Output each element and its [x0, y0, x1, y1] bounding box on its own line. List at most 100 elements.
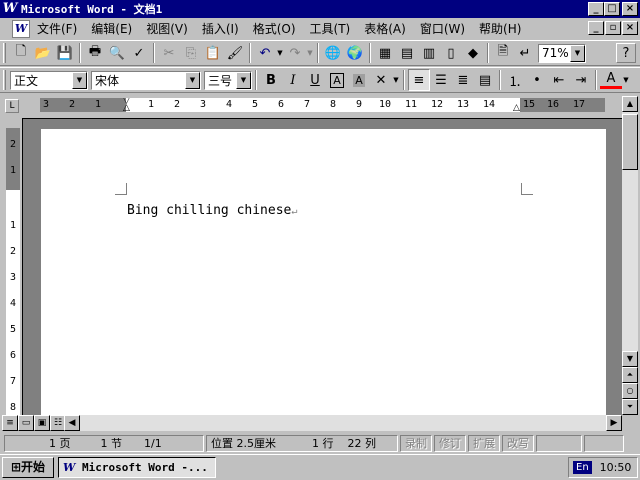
page-layout-view-icon[interactable]: ▣ — [34, 415, 50, 431]
chevron-down-icon[interactable]: ▼ — [72, 71, 87, 89]
align-right-icon[interactable]: ≣ — [452, 69, 474, 91]
scroll-right-icon[interactable]: ▶ — [606, 415, 622, 431]
scroll-left-icon[interactable]: ◀ — [64, 415, 80, 431]
scroll-down-icon[interactable]: ▼ — [622, 351, 638, 367]
open-folder-icon[interactable]: 📂 — [32, 42, 54, 64]
doc-restore-button[interactable]: ▫ — [605, 21, 621, 35]
close-button[interactable]: × — [622, 2, 638, 16]
word-app-icon[interactable]: W — [2, 1, 18, 17]
help-button[interactable]: ? — [616, 43, 636, 63]
select-browse-object-icon[interactable]: ○ — [622, 383, 638, 399]
font-color-dropdown-icon[interactable]: ▼ — [622, 76, 630, 84]
previous-page-icon[interactable]: ⏶ — [622, 367, 638, 383]
start-button[interactable]: ⊞开始 — [2, 457, 54, 478]
web-toolbar-icon[interactable]: 🌍 — [344, 42, 366, 64]
format-painter-icon[interactable]: 🖌 — [224, 42, 246, 64]
menu-view[interactable]: 视图(V) — [139, 20, 195, 38]
start-label: 开始 — [21, 460, 46, 474]
insert-excel-icon[interactable]: ▥ — [418, 42, 440, 64]
first-line-indent-marker[interactable]: ▽ △ — [122, 98, 131, 112]
style-select[interactable]: 正文 ▼ — [10, 70, 88, 90]
chevron-down-icon[interactable]: ▼ — [185, 71, 200, 89]
distributed-align-icon[interactable]: ▤ — [474, 69, 496, 91]
font-size-select[interactable]: 三号 ▼ — [204, 70, 252, 90]
show-hide-marks-icon[interactable]: ↵ — [514, 42, 536, 64]
new-document-icon[interactable]: 🗋 — [10, 42, 32, 64]
drawing-icon[interactable]: ◆ — [462, 42, 484, 64]
character-border-icon[interactable]: A — [326, 69, 348, 91]
align-justify-icon[interactable]: ≡ — [408, 69, 430, 91]
status-ext[interactable]: 扩展 — [468, 434, 500, 452]
save-icon[interactable]: 💾 — [54, 42, 76, 64]
undo-icon[interactable]: ↶ — [254, 42, 276, 64]
increase-indent-icon[interactable]: ⇥ — [570, 69, 592, 91]
language-indicator[interactable]: En — [573, 461, 592, 474]
vruler-number: 2 — [9, 246, 17, 257]
horizontal-scrollbar-track[interactable] — [80, 415, 610, 431]
paste-icon[interactable]: 📋 — [202, 42, 224, 64]
normal-view-icon[interactable]: ≡ — [2, 415, 18, 431]
menu-table[interactable]: 表格(A) — [357, 20, 413, 38]
character-shading-icon[interactable]: A — [348, 69, 370, 91]
maximize-button[interactable]: □ — [604, 2, 620, 16]
cut-icon[interactable]: ✂ — [158, 42, 180, 64]
document-text[interactable]: Bing chilling chinese↵ — [127, 203, 297, 218]
character-scaling-icon[interactable]: ✕ — [370, 69, 392, 91]
web-layout-view-icon[interactable]: ▭ — [18, 415, 34, 431]
spelling-check-icon[interactable]: ✓ — [128, 42, 150, 64]
vruler-number: 7 — [9, 376, 17, 387]
insert-hyperlink-icon[interactable]: 🌐 — [322, 42, 344, 64]
right-indent-marker[interactable]: △ — [512, 98, 521, 113]
menu-tools[interactable]: 工具(T) — [303, 20, 358, 38]
status-rec[interactable]: 录制 — [400, 434, 432, 452]
chevron-down-icon[interactable]: ▼ — [236, 71, 251, 89]
status-trk[interactable]: 修订 — [434, 434, 466, 452]
clock[interactable]: 10:50 — [600, 461, 632, 474]
bold-button[interactable]: B — [260, 69, 282, 91]
underline-button[interactable]: U — [304, 69, 326, 91]
bullets-icon[interactable]: • — [526, 69, 548, 91]
toolbar-grip[interactable] — [3, 43, 6, 63]
doc-minimize-button[interactable]: _ — [588, 21, 604, 35]
next-page-icon[interactable]: ⏷ — [622, 399, 638, 415]
undo-dropdown-icon[interactable]: ▼ — [276, 49, 284, 57]
scroll-up-icon[interactable]: ▲ — [622, 96, 638, 112]
tab-selector[interactable]: L — [5, 99, 19, 113]
scaling-dropdown-icon[interactable]: ▼ — [392, 76, 400, 84]
menu-edit[interactable]: 编辑(E) — [84, 20, 139, 38]
scroll-thumb[interactable] — [622, 114, 638, 170]
font-select[interactable]: 宋体 ▼ — [91, 70, 201, 90]
toolbar-grip[interactable] — [3, 70, 6, 90]
status-ovr[interactable]: 改写 — [502, 434, 534, 452]
font-color-button[interactable]: A — [600, 71, 622, 89]
vertical-ruler[interactable]: 2 1 1 2 3 4 5 6 7 8 — [6, 128, 20, 415]
redo-icon[interactable]: ↷ — [284, 42, 306, 64]
columns-icon[interactable]: ▯ — [440, 42, 462, 64]
redo-dropdown-icon[interactable]: ▼ — [306, 49, 314, 57]
numbering-icon[interactable]: ⒈ — [504, 69, 526, 91]
copy-icon[interactable]: ⎘ — [180, 42, 202, 64]
zoom-select[interactable]: 71% ▼ — [538, 43, 586, 63]
document-icon[interactable]: W — [12, 20, 30, 38]
decrease-indent-icon[interactable]: ⇤ — [548, 69, 570, 91]
menu-help[interactable]: 帮助(H) — [472, 20, 528, 38]
insert-table-icon[interactable]: ▤ — [396, 42, 418, 64]
document-map-icon[interactable]: 🗎 — [492, 42, 514, 64]
word-app-icon: W — [63, 461, 76, 474]
menu-file[interactable]: 文件(F) — [30, 20, 84, 38]
print-icon[interactable]: 🖶 — [84, 42, 106, 64]
menu-format[interactable]: 格式(O) — [246, 20, 303, 38]
menu-window[interactable]: 窗口(W) — [413, 20, 472, 38]
vertical-scrollbar[interactable]: ▲ ▼ ⏶ ○ ⏷ — [622, 96, 638, 415]
minimize-button[interactable]: _ — [588, 2, 604, 16]
align-center-icon[interactable]: ☰ — [430, 69, 452, 91]
chevron-down-icon[interactable]: ▼ — [570, 44, 585, 62]
italic-button[interactable]: I — [282, 69, 304, 91]
tables-borders-icon[interactable]: ▦ — [374, 42, 396, 64]
print-preview-icon[interactable]: 🔍 — [106, 42, 128, 64]
doc-close-button[interactable]: × — [622, 21, 638, 35]
document-page[interactable]: Bing chilling chinese↵ — [41, 129, 606, 429]
menu-insert[interactable]: 插入(I) — [195, 20, 246, 38]
taskbar-word-button[interactable]: W Microsoft Word -... — [58, 457, 216, 478]
horizontal-ruler[interactable]: 3 2 1 ▽ △ 1 2 3 4 5 6 7 8 9 10 11 12 13 1… — [40, 98, 605, 112]
